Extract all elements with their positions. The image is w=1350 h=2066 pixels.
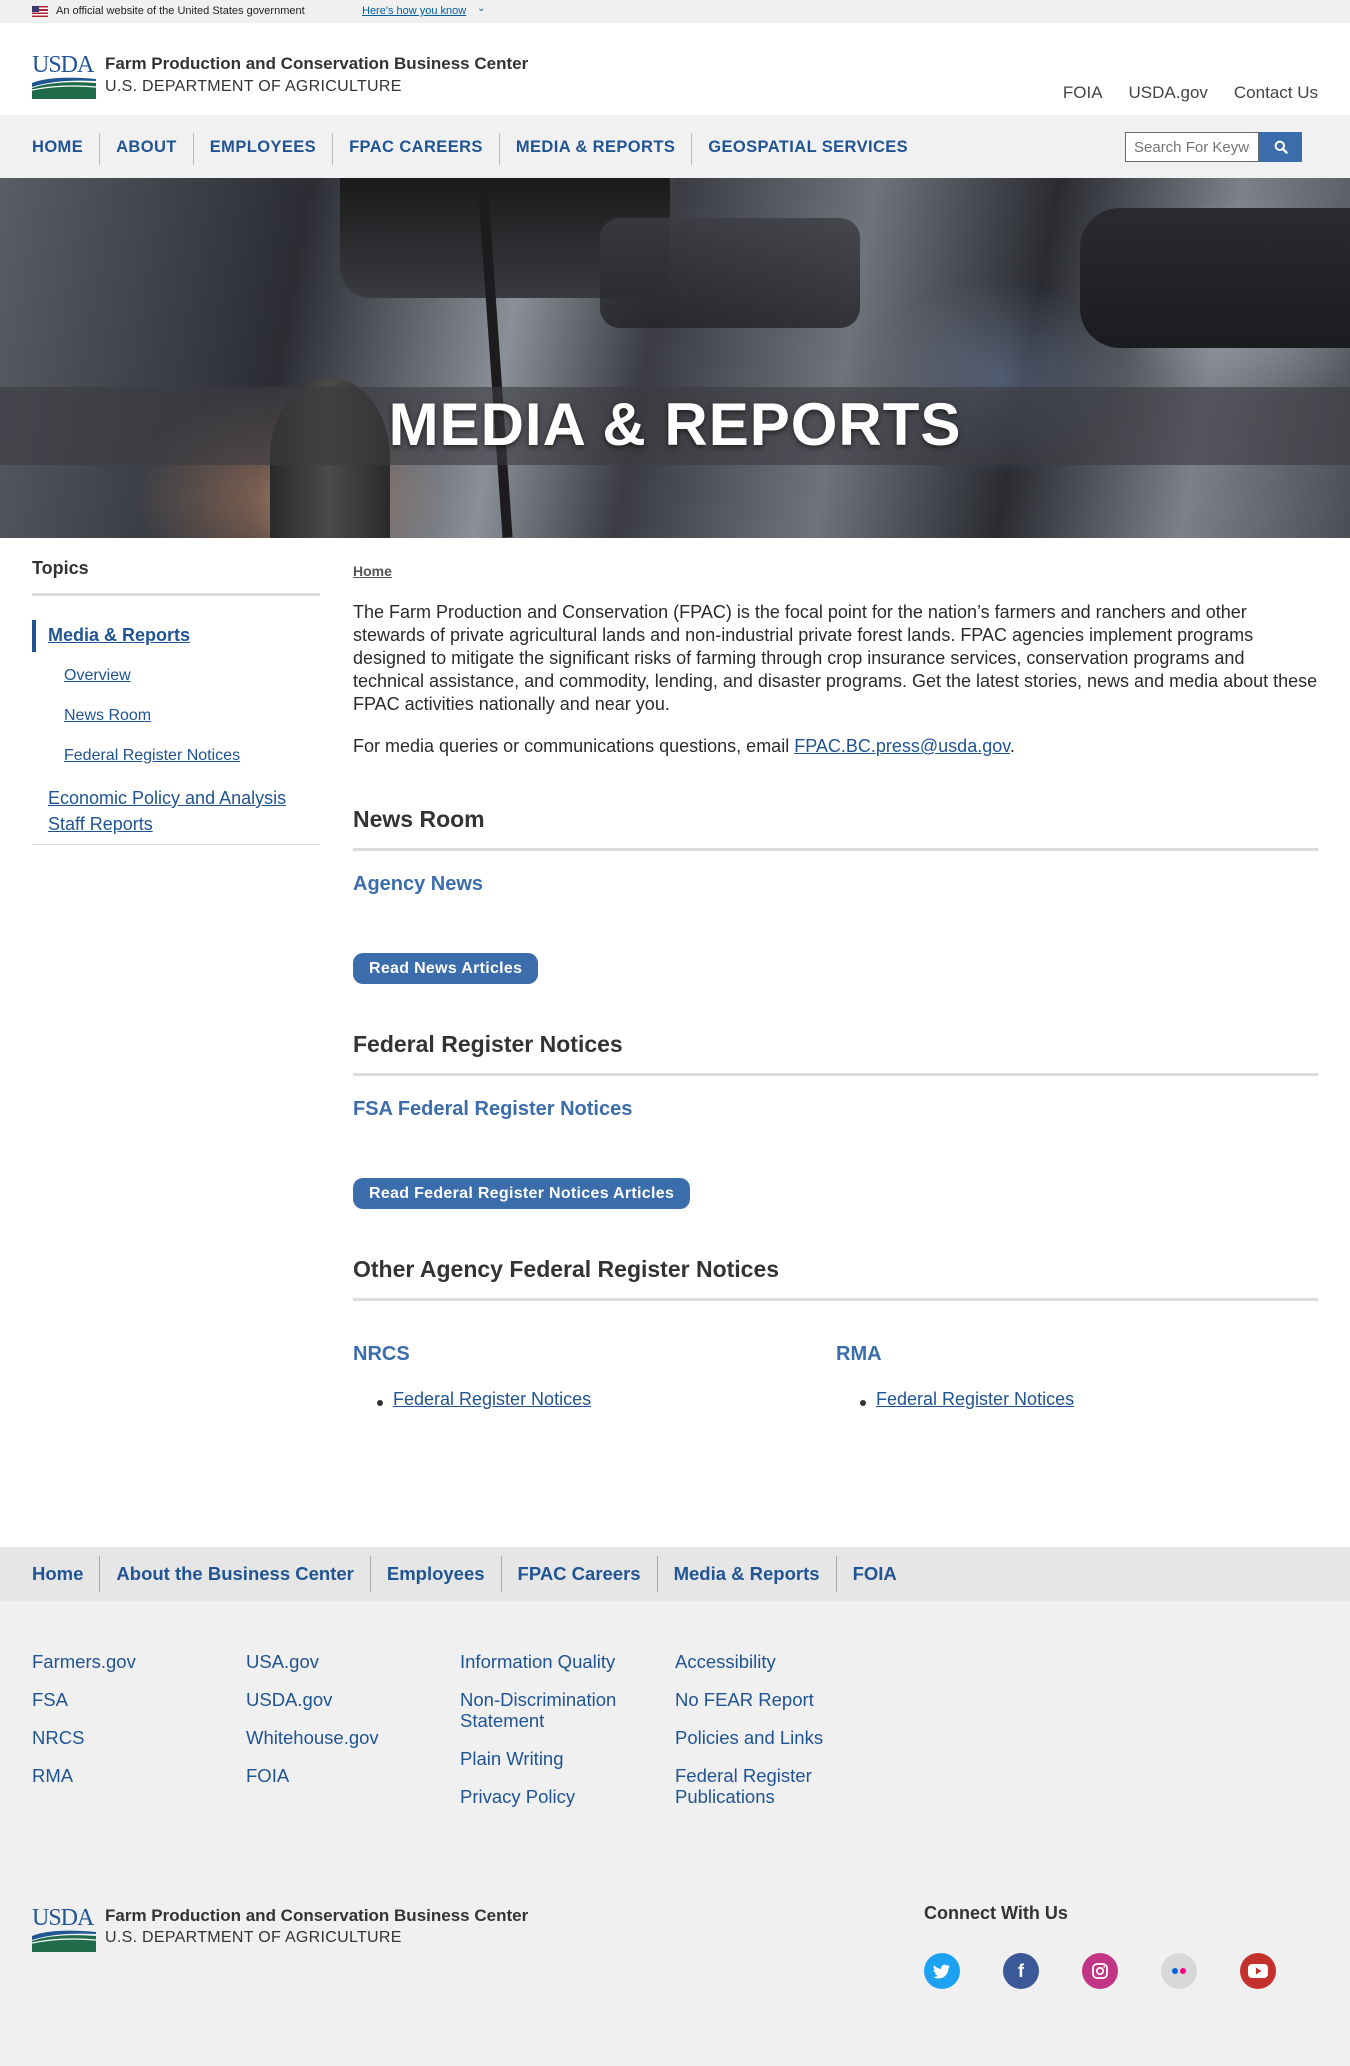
fsa-federal-register-link[interactable]: FSA Federal Register Notices [353, 1098, 632, 1121]
twitter-icon[interactable] [924, 1953, 960, 1989]
chevron-down-icon[interactable]: ⌄ [477, 3, 485, 14]
divider [32, 593, 320, 596]
facebook-icon[interactable]: f [1003, 1953, 1039, 1989]
footer-link[interactable]: USA.gov [246, 1651, 436, 1672]
main-nav: HOME ABOUT EMPLOYEES FPAC CAREERS MEDIA … [0, 115, 1350, 178]
federal-register-heading: Federal Register Notices [353, 1031, 623, 1057]
usda-logo-text: USDA [32, 1905, 94, 1931]
footer-nav-home[interactable]: Home [32, 1556, 99, 1592]
footer-column: Farmers.gov FSA NRCS RMA [32, 1651, 222, 1803]
footer-link[interactable]: FOIA [246, 1765, 436, 1786]
footer-nav: Home About the Business Center Employees… [0, 1547, 1350, 1601]
footer-link[interactable]: Policies and Links [675, 1727, 865, 1748]
contact-suffix: . [1009, 736, 1015, 756]
sidebar-heading: Topics [32, 558, 89, 578]
nav-item-home[interactable]: HOME [32, 133, 99, 165]
footer-link[interactable]: Information Quality [460, 1651, 650, 1672]
nrcs-frn-link[interactable]: Federal Register Notices [393, 1389, 591, 1410]
instagram-icon[interactable] [1082, 1953, 1118, 1989]
contact-us-link[interactable]: Contact Us [1234, 83, 1318, 103]
agency-news-link[interactable]: Agency News [353, 873, 483, 896]
intro-paragraph: The Farm Production and Conservation (FP… [353, 602, 1318, 714]
news-room-heading: News Room [353, 806, 485, 832]
site-footer: Farmers.gov FSA NRCS RMA USA.gov USDA.go… [0, 1601, 1350, 2066]
sidebar-item-economic-policy[interactable]: Economic Policy and Analysis Staff Repor… [48, 785, 288, 837]
search-input[interactable] [1125, 132, 1259, 162]
footer-link[interactable]: Accessibility [675, 1651, 865, 1672]
youtube-icon[interactable] [1240, 1953, 1276, 1989]
footer-nav-media-reports[interactable]: Media & Reports [656, 1556, 836, 1592]
contact-paragraph: For media queries or communications ques… [353, 736, 1015, 757]
divider [32, 844, 320, 845]
footer-site-subtitle: U.S. DEPARTMENT OF AGRICULTURE [105, 1929, 402, 1946]
utility-links: FOIA USDA.gov Contact Us [1037, 83, 1318, 103]
footer-nav-employees[interactable]: Employees [369, 1556, 501, 1592]
hero-title: MEDIA & REPORTS [388, 391, 962, 458]
nav-item-geospatial[interactable]: GEOSPATIAL SERVICES [691, 133, 924, 165]
footer-link[interactable]: NRCS [32, 1727, 222, 1748]
other-agency-heading: Other Agency Federal Register Notices [353, 1256, 780, 1282]
footer-nav-careers[interactable]: FPAC Careers [500, 1556, 657, 1592]
footer-link[interactable]: Whitehouse.gov [246, 1727, 436, 1748]
foia-link[interactable]: FOIA [1063, 83, 1103, 103]
sidebar-item-federal-register[interactable]: Federal Register Notices [64, 747, 240, 765]
gov-banner: An official website of the United States… [0, 0, 1350, 23]
usda-logo[interactable]: USDA [32, 53, 96, 99]
site-title[interactable]: Farm Production and Conservation Busines… [105, 54, 528, 74]
hero-camera-shape [600, 218, 860, 328]
usda-hills-icon [32, 1930, 96, 1952]
sidebar-item-overview[interactable]: Overview [64, 667, 131, 685]
us-flag-icon [32, 6, 48, 17]
footer-link[interactable]: USDA.gov [246, 1689, 436, 1710]
footer-link[interactable]: Plain Writing [460, 1748, 650, 1769]
site-subtitle: U.S. DEPARTMENT OF AGRICULTURE [105, 78, 402, 95]
footer-link[interactable]: Privacy Policy [460, 1786, 650, 1807]
read-news-articles-button[interactable]: Read News Articles [353, 953, 539, 984]
footer-link[interactable]: RMA [32, 1765, 222, 1786]
sidebar-item-media-reports[interactable]: Media & Reports [32, 620, 190, 652]
how-you-know-link[interactable]: Here's how you know [362, 5, 466, 17]
footer-nav-about[interactable]: About the Business Center [99, 1556, 369, 1592]
divider [353, 1073, 1318, 1076]
divider [353, 1298, 1318, 1301]
nav-item-fpac-careers[interactable]: FPAC CAREERS [332, 133, 499, 165]
read-frn-articles-button[interactable]: Read Federal Register Notices Articles [353, 1178, 691, 1209]
breadcrumb-home[interactable]: Home [353, 563, 392, 579]
footer-link[interactable]: Federal Register Publications [675, 1765, 865, 1807]
press-email-link[interactable]: FPAC.BC.press@usda.gov [794, 736, 1010, 756]
footer-link[interactable]: Non-Discrimination Statement [460, 1689, 650, 1731]
hero-banner: MEDIA & REPORTS [0, 178, 1350, 538]
official-site-text: An official website of the United States… [56, 5, 305, 17]
bullet-icon [860, 1400, 866, 1406]
rma-frn-link[interactable]: Federal Register Notices [876, 1389, 1074, 1410]
flickr-icon[interactable] [1161, 1953, 1197, 1989]
nrcs-heading: NRCS [353, 1343, 410, 1365]
footer-site-title: Farm Production and Conservation Busines… [105, 1906, 529, 1925]
footer-link[interactable]: Farmers.gov [32, 1651, 222, 1672]
site-header: USDA Farm Production and Conservation Bu… [0, 23, 1350, 115]
contact-prefix: For media queries or communications ques… [353, 736, 795, 756]
divider [353, 848, 1318, 851]
connect-heading: Connect With Us [924, 1903, 1068, 1923]
footer-column: Accessibility No FEAR Report Policies an… [675, 1651, 865, 1824]
footer-nav-foia[interactable]: FOIA [835, 1556, 913, 1592]
sidebar-item-news-room[interactable]: News Room [64, 707, 151, 725]
search-button[interactable] [1259, 132, 1302, 162]
usda-hills-icon [32, 77, 96, 99]
footer-link[interactable]: FSA [32, 1689, 222, 1710]
nav-item-media-reports[interactable]: MEDIA & REPORTS [498, 133, 691, 165]
usda-gov-link[interactable]: USDA.gov [1129, 83, 1208, 103]
usda-logo-text: USDA [32, 52, 94, 78]
rma-heading: RMA [836, 1343, 882, 1365]
bullet-icon [377, 1400, 383, 1406]
footer-usda-logo[interactable]: USDA [32, 1906, 96, 1952]
nav-item-about[interactable]: ABOUT [99, 133, 193, 165]
nav-item-employees[interactable]: EMPLOYEES [192, 133, 332, 165]
hero-camera-shape [1080, 208, 1350, 348]
footer-link[interactable]: No FEAR Report [675, 1689, 865, 1710]
search-icon [1274, 140, 1288, 154]
footer-column: Information Quality Non-Discrimination S… [460, 1651, 650, 1824]
footer-column: USA.gov USDA.gov Whitehouse.gov FOIA [246, 1651, 436, 1803]
